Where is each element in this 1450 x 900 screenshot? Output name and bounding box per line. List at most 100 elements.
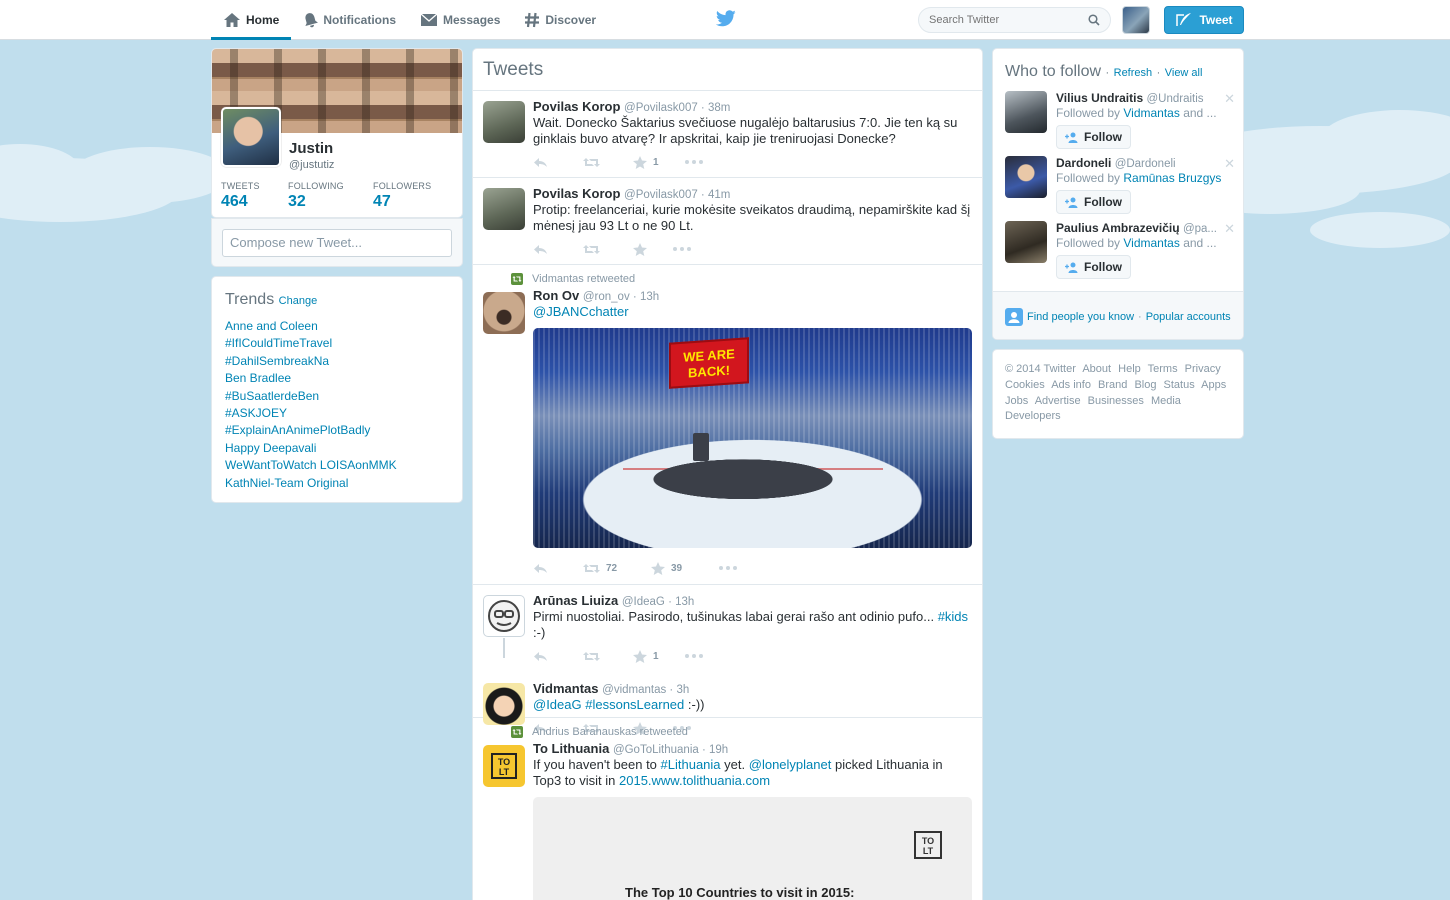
tweet-author-name[interactable]: Povilas Korop [533,186,620,201]
tweet-author-handle[interactable]: @vidmantas [602,684,666,696]
tweet-author-avatar[interactable] [483,292,525,334]
footer-link-privacy[interactable]: Privacy [1185,363,1221,375]
suggestion-handle[interactable]: @pa... [1183,223,1217,235]
more-action[interactable] [685,654,703,658]
tweet-author-handle[interactable]: @IdeaG [622,596,665,608]
tweet-mention-link[interactable]: @IdeaG [533,697,582,712]
trend-item[interactable]: KathNiel-Team Original [225,475,449,492]
tweet-time[interactable]: 41m [708,189,730,201]
tweet-author-name[interactable]: Arūnas Liuiza [533,593,618,608]
suggestion-handle[interactable]: @Dardoneli [1115,158,1176,170]
footer-link-status[interactable]: Status [1164,379,1195,391]
tweet-time[interactable]: 13h [675,596,694,608]
footer-link-developers[interactable]: Developers [1005,410,1061,422]
favorite-action[interactable]: 39 [651,561,719,575]
tweet-item[interactable]: Povilas Korop @Povilask007 · 41m Protip:… [473,178,982,265]
suggestion-name[interactable]: Paulius Ambrazevičių [1056,221,1180,235]
dismiss-icon[interactable]: ✕ [1224,221,1235,237]
search-icon[interactable] [1088,14,1100,26]
retweet-action[interactable] [583,157,633,168]
popular-accounts-link[interactable]: Popular accounts [1146,311,1231,323]
tweet-mention-link[interactable]: @lonelyplanet [749,757,832,772]
tweet-time[interactable]: 3h [676,684,689,696]
retweeted-by-label[interactable]: Vidmantas retweeted [532,273,635,285]
footer-link-businesses[interactable]: Businesses [1088,395,1144,407]
refresh-link[interactable]: Refresh [1114,67,1153,79]
trend-item[interactable]: #ASKJOEY [225,405,449,422]
footer-link-terms[interactable]: Terms [1148,363,1178,375]
tweet-image[interactable]: WE ARE BACK! [533,328,972,548]
trend-item[interactable]: #ExplainAnAnimePlotBadly [225,422,449,439]
stat-followers[interactable]: FOLLOWERS 47 [373,181,431,211]
suggestion-avatar[interactable] [1005,156,1047,198]
view-all-link[interactable]: View all [1165,67,1203,79]
tweet-hashtag-link[interactable]: #Lithuania [661,757,721,772]
dismiss-icon[interactable]: ✕ [1224,156,1235,172]
tweet-author-name[interactable]: Ron Ov [533,288,579,303]
tweet-mention-link[interactable]: @JBANCchatter [533,304,629,319]
search-box[interactable] [918,7,1111,33]
followed-by-link[interactable]: Vidmantas [1123,236,1179,250]
trend-item[interactable]: Happy Deepavali [225,440,449,457]
reply-action[interactable] [533,563,583,574]
tweet-button[interactable]: Tweet [1164,6,1244,34]
footer-link-advertise[interactable]: Advertise [1035,395,1081,407]
retweet-action[interactable] [583,651,633,662]
tweet-item[interactable]: Vidmantas retweeted Ron Ov @ron_ov · 13h… [473,265,982,585]
trend-item[interactable]: WeWantToWatch LOISAonMMK [225,457,449,474]
tweet-author-name[interactable]: Povilas Korop [533,99,620,114]
footer-link-media[interactable]: Media [1151,395,1181,407]
follow-button[interactable]: Follow [1056,255,1131,279]
tweet-author-handle[interactable]: @Povilask007 [624,102,698,114]
suggestion-name[interactable]: Vilius Undraitis [1056,91,1143,105]
footer-link-about[interactable]: About [1082,363,1111,375]
compose-tweet-input[interactable]: Compose new Tweet... [222,229,452,257]
more-action[interactable] [719,566,737,570]
trends-change-link[interactable]: Change [279,295,318,307]
followed-by-link[interactable]: Ramūnas Bruzgys [1123,171,1221,185]
suggestion-avatar[interactable] [1005,221,1047,263]
suggestion-name[interactable]: Dardoneli [1056,156,1111,170]
footer-link-jobs[interactable]: Jobs [1005,395,1028,407]
tweet-author-avatar[interactable]: TO LT [483,745,525,787]
tweet-author-handle[interactable]: @ron_ov [583,291,630,303]
profile-name[interactable]: Justin [289,140,333,157]
find-people-link[interactable]: Find people you know [1027,311,1134,323]
retweet-action[interactable]: 72 [583,563,651,574]
tweet-hashtag-link[interactable]: #lessonsLearned [585,697,684,712]
trend-item[interactable]: Ben Bradlee [225,370,449,387]
tweet-author-handle[interactable]: @GoToLithuania [613,744,699,756]
link-preview-card[interactable]: TO LT The Top 10 Countries to visit in 2… [533,797,972,900]
nav-messages[interactable]: Messages [408,0,512,40]
tweet-author-name[interactable]: Vidmantas [533,681,599,696]
favorite-action[interactable] [633,242,673,256]
favorite-action[interactable]: 1 [633,155,685,169]
footer-link-apps[interactable]: Apps [1201,379,1226,391]
tweet-author-avatar[interactable] [483,595,525,637]
footer-link-ads-info[interactable]: Ads info [1051,379,1091,391]
trend-item[interactable]: Anne and Coleen [225,318,449,335]
follow-button[interactable]: Follow [1056,190,1131,214]
footer-link-brand[interactable]: Brand [1098,379,1127,391]
search-input[interactable] [929,14,1079,26]
suggestion-avatar[interactable] [1005,91,1047,133]
trend-item[interactable]: #IfICouldTimeTravel [225,335,449,352]
footer-link-blog[interactable]: Blog [1134,379,1156,391]
twitter-bird-icon[interactable] [716,10,736,27]
follow-button[interactable]: Follow [1056,125,1131,149]
tweet-author-name[interactable]: To Lithuania [533,741,609,756]
retweet-action[interactable] [583,244,633,255]
trend-item[interactable]: #BuSaatlerdeBen [225,388,449,405]
footer-link-cookies[interactable]: Cookies [1005,379,1045,391]
favorite-action[interactable]: 1 [633,649,685,663]
tweet-author-avatar[interactable] [483,188,525,230]
tweet-author-avatar[interactable] [483,101,525,143]
tweet-url-link[interactable]: 2015.www.tolithuania.com [619,773,770,788]
tweet-hashtag-link[interactable]: #kids [938,609,968,624]
tweet-item[interactable]: Povilas Korop @Povilask007 · 38m Wait. D… [473,91,982,178]
tweet-time[interactable]: 19h [709,744,728,756]
reply-action[interactable] [533,244,583,255]
conversation-item[interactable]: Arūnas Liuiza @IdeaG · 13h Pirmi nuostol… [473,585,982,735]
suggestion-handle[interactable]: @Undraitis [1146,93,1203,105]
stat-following[interactable]: FOLLOWING 32 [288,181,350,211]
